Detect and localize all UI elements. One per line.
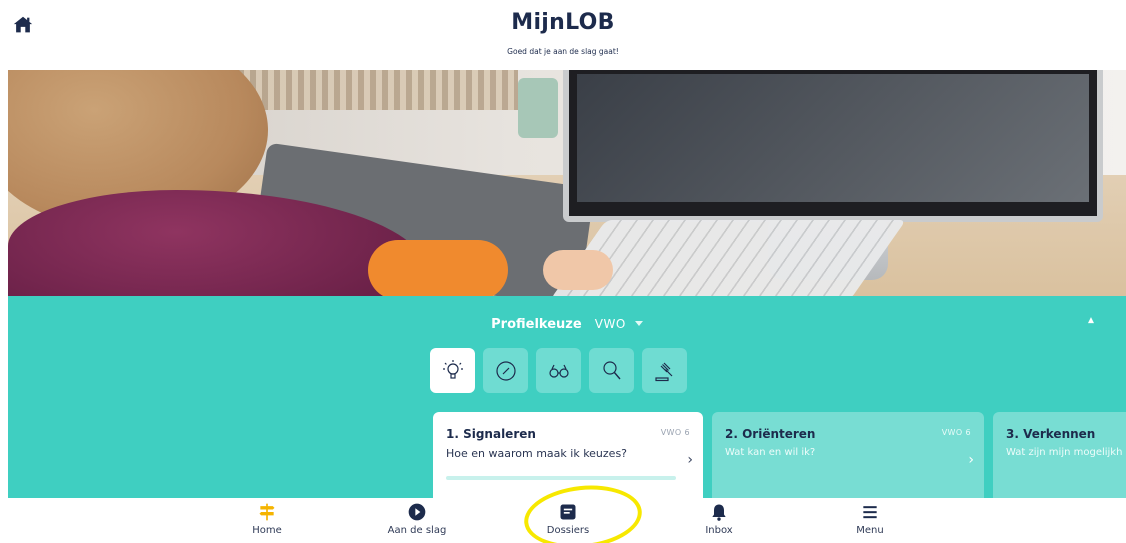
page-title: MijnLOB xyxy=(511,10,615,35)
card-verkennen[interactable]: 3. Verkennen Wat zijn mijn mogelijkh xyxy=(993,412,1126,498)
gavel-icon[interactable] xyxy=(642,348,687,393)
card-subtitle: Hoe en waarom maak ik keuzes? xyxy=(446,447,628,460)
card-level: VWO 6 xyxy=(941,428,971,437)
binoculars-icon[interactable] xyxy=(536,348,581,393)
page-subtitle: Goed dat je aan de slag gaat! xyxy=(507,47,619,56)
card-level: VWO 6 xyxy=(660,428,690,437)
progress-bar xyxy=(446,476,676,480)
compass-icon[interactable] xyxy=(483,348,528,393)
app-page: MijnLOB Goed dat je aan de slag gaat! Pr… xyxy=(0,0,1126,543)
hero-image xyxy=(8,70,1126,296)
hamburger-icon xyxy=(825,502,915,522)
profielkeuze-panel: Profielkeuze VWO ▾ 1. Signaleren VWO 6 H… xyxy=(8,296,1126,498)
card-title: 1. Signaleren xyxy=(446,427,536,441)
nav-item-inbox[interactable]: Inbox xyxy=(674,502,764,536)
card-title: 3. Verkennen xyxy=(1006,427,1096,441)
card-signaleren[interactable]: 1. Signaleren VWO 6 Hoe en waarom maak i… xyxy=(433,412,703,498)
chevron-down-icon[interactable] xyxy=(634,321,643,326)
nav-item-menu[interactable]: Menu xyxy=(825,502,915,536)
nav-label: Aan de slag xyxy=(387,525,447,536)
level-selector[interactable]: VWO xyxy=(595,317,626,331)
chevron-up-icon[interactable]: ▾ xyxy=(1084,314,1098,328)
panel-header: Profielkeuze VWO xyxy=(8,313,1126,332)
step-icons xyxy=(430,348,687,394)
card-subtitle: Wat kan en wil ik? xyxy=(725,447,816,458)
step-cards: 1. Signaleren VWO 6 Hoe en waarom maak i… xyxy=(433,412,1126,498)
card-subtitle: Wat zijn mijn mogelijkh xyxy=(1006,447,1123,458)
nav-item-home[interactable]: Home xyxy=(222,502,312,536)
magnifier-icon[interactable] xyxy=(589,348,634,393)
play-icon xyxy=(372,502,462,522)
app-header: MijnLOB Goed dat je aan de slag gaat! xyxy=(0,0,1126,70)
lightbulb-icon[interactable] xyxy=(430,348,475,393)
nav-label: Inbox xyxy=(705,525,733,536)
bell-icon xyxy=(674,502,764,522)
card-orienteren[interactable]: 2. Oriënteren VWO 6 Wat kan en wil ik? › xyxy=(712,412,984,498)
chevron-right-icon[interactable]: › xyxy=(687,452,693,468)
signpost-icon xyxy=(222,502,312,522)
card-title: 2. Oriënteren xyxy=(725,427,816,441)
nav-label: Menu xyxy=(856,525,884,536)
nav-item-aan-de-slag[interactable]: Aan de slag xyxy=(372,502,462,536)
chevron-right-icon[interactable]: › xyxy=(968,452,974,468)
panel-title: Profielkeuze xyxy=(491,317,582,332)
nav-label: Home xyxy=(252,525,282,536)
